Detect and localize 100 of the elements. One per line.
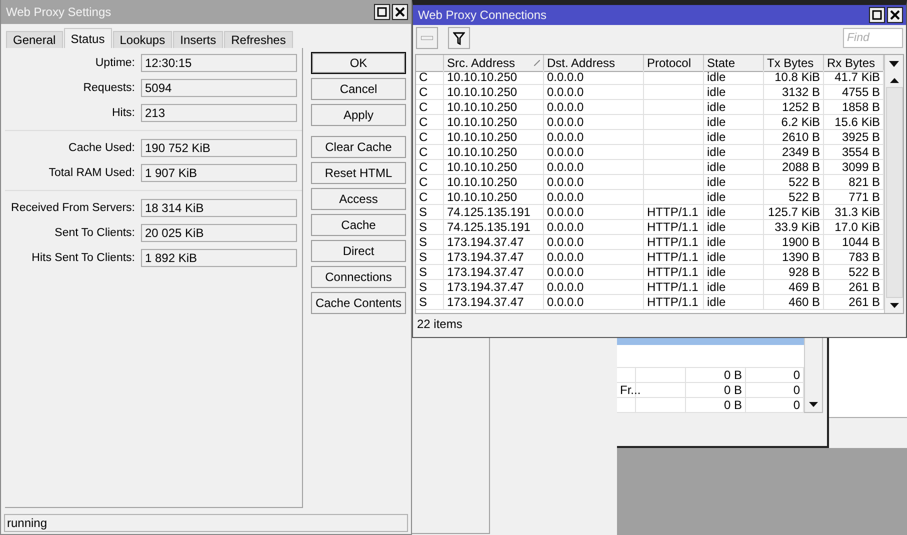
tab[interactable]: Lookups (112, 31, 172, 48)
table-cell: C (416, 115, 444, 130)
table-cell: 522 B (764, 175, 824, 190)
close-button[interactable] (392, 4, 408, 20)
maximize-icon (377, 7, 387, 17)
dialog-button[interactable]: Direct (311, 240, 406, 262)
maximize-button[interactable] (869, 7, 885, 23)
table-cell: idle (704, 220, 764, 235)
item-count: 22 items (416, 316, 464, 333)
table-cell: 125.7 KiB (764, 205, 824, 220)
sort-icon (534, 60, 540, 66)
table-cell: 0 B (686, 383, 746, 398)
value-field[interactable]: 190 752 KiB (141, 139, 297, 157)
minus-icon (421, 36, 433, 40)
close-button[interactable] (887, 7, 903, 23)
dialog-button[interactable]: Reset HTML (311, 162, 406, 184)
table-cell: 10.10.10.250 (444, 175, 544, 190)
column-header[interactable]: Tx Bytes (764, 55, 824, 72)
dialog-button[interactable]: Connections (311, 266, 406, 288)
search-field[interactable]: Find (843, 28, 903, 48)
maximize-button[interactable] (374, 4, 390, 20)
dialog-button[interactable]: Access (311, 188, 406, 210)
table-cell: idle (704, 145, 764, 160)
dialog-button[interactable]: Clear Cache (311, 136, 406, 158)
table-cell: C (416, 145, 444, 160)
scroll-up-icon (890, 76, 898, 82)
scroll-down-icon (890, 302, 898, 308)
column-header[interactable]: Dst. Address (544, 55, 644, 72)
table-cell: 33.9 KiB (764, 220, 824, 235)
tab[interactable]: Inserts (173, 31, 224, 48)
table-cell: 10.10.10.250 (444, 115, 544, 130)
dialog-button[interactable]: OK (311, 52, 406, 74)
table-cell: 173.194.37.47 (444, 280, 544, 295)
table-cell: 173.194.37.47 (444, 235, 544, 250)
scrollbar-thumb[interactable] (886, 87, 902, 298)
table-cell: idle (704, 85, 764, 100)
table-cell: 10.10.10.250 (444, 130, 544, 145)
table-cell: 10.10.10.250 (444, 100, 544, 115)
field-label: Hits Sent To Clients: (30, 252, 135, 264)
maximize-icon (872, 10, 882, 20)
table-cell: 0.0.0.0 (544, 220, 644, 235)
table-cell: C (416, 130, 444, 145)
table-cell: 0.0.0.0 (544, 190, 644, 205)
column-header[interactable]: Rx Bytes (824, 55, 884, 72)
table-cell: 74.125.135.191 (444, 205, 544, 220)
table-cell: 0.0.0.0 (544, 280, 644, 295)
table-cell: HTTP/1.1 (644, 265, 704, 280)
table-cell: 0.0.0.0 (544, 250, 644, 265)
table-cell: 0.0.0.0 (544, 205, 644, 220)
table-cell: idle (704, 235, 764, 250)
table-cell: 0.0.0.0 (544, 235, 644, 250)
tab[interactable]: Refreshes (224, 31, 293, 48)
value-field[interactable]: 213 (141, 104, 297, 122)
column-header[interactable]: Protocol (644, 55, 704, 72)
column-header[interactable]: Src. Address (444, 55, 544, 72)
field-label: Total RAM Used: (48, 167, 135, 179)
close-icon (890, 10, 900, 20)
column-menu-icon (889, 60, 899, 66)
table-cell: C (416, 100, 444, 115)
value-field[interactable]: 5094 (141, 79, 297, 97)
table-cell: idle (704, 175, 764, 190)
table-cell: idle (704, 70, 764, 85)
filter-icon (453, 32, 465, 44)
table-cell: HTTP/1.1 (644, 250, 704, 265)
table-cell: idle (704, 265, 764, 280)
value-field[interactable]: 18 314 KiB (141, 199, 297, 217)
tab[interactable]: General (6, 31, 63, 48)
table-cell: S (416, 205, 444, 220)
table-cell: S (416, 250, 444, 265)
value-field[interactable]: 1 907 KiB (141, 164, 297, 182)
table-cell: C (416, 85, 444, 100)
table-cell: idle (704, 295, 764, 310)
table-cell: 10.10.10.250 (444, 145, 544, 160)
table-cell: 0.0.0.0 (544, 160, 644, 175)
value-field[interactable]: 20 025 KiB (141, 224, 297, 242)
table-cell: C (416, 175, 444, 190)
table-cell: idle (704, 250, 764, 265)
table-cell: 0.0.0.0 (544, 265, 644, 280)
table-cell: HTTP/1.1 (644, 220, 704, 235)
filter-button[interactable] (448, 27, 470, 49)
dialog-button[interactable]: Cache (311, 214, 406, 236)
field-label: Uptime: (94, 57, 135, 69)
table-cell: S (416, 295, 444, 310)
table-cell: 10.10.10.250 (444, 160, 544, 175)
table-cell: S (416, 235, 444, 250)
column-header[interactable]: State (704, 55, 764, 72)
tab[interactable]: Status (64, 28, 112, 48)
table-cell: 0.0.0.0 (544, 85, 644, 100)
dialog-button[interactable]: Cancel (311, 78, 406, 100)
dialog-button[interactable]: Cache Contents (311, 292, 406, 314)
table-cell: 0 B (686, 398, 746, 413)
table-cell: 0.0.0.0 (544, 70, 644, 85)
status-bar: running (4, 514, 408, 532)
value-field[interactable]: 1 892 KiB (141, 249, 297, 267)
value-field[interactable]: 12:30:15 (141, 54, 297, 72)
table-cell: 0.0.0.0 (544, 100, 644, 115)
dialog-button[interactable]: Apply (311, 104, 406, 126)
table-cell: 2610 B (764, 130, 824, 145)
table-cell: 469 B (764, 280, 824, 295)
table-cell: 1390 B (764, 250, 824, 265)
